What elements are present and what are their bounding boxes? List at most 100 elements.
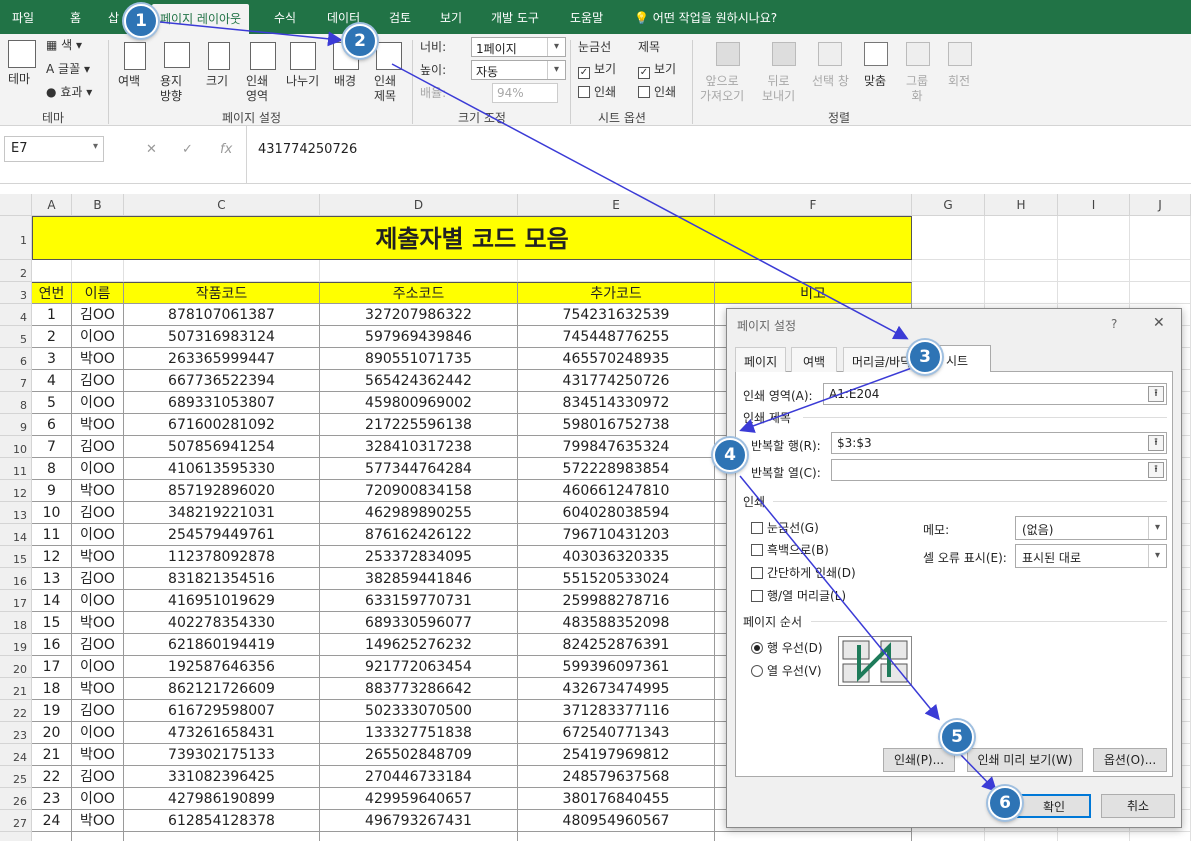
table-cell[interactable]: 김OO (72, 766, 124, 788)
cell-errors-select[interactable]: 표시된 대로 ▾ (1015, 544, 1167, 568)
table-cell[interactable]: 6 (32, 414, 72, 436)
table-cell[interactable]: 5 (32, 392, 72, 414)
cell[interactable] (985, 832, 1058, 841)
cell[interactable] (1058, 832, 1130, 841)
table-cell[interactable]: 621860194419 (124, 634, 320, 656)
row-header[interactable]: 17 (0, 590, 32, 612)
cell[interactable] (985, 260, 1058, 282)
table-cell[interactable]: 857192896020 (124, 480, 320, 502)
table-cell[interactable]: 1 (32, 304, 72, 326)
table-cell[interactable]: 473261658431 (124, 722, 320, 744)
table-cell[interactable]: 13 (32, 568, 72, 590)
table-cell[interactable]: 14 (32, 590, 72, 612)
table-cell[interactable]: 507316983124 (124, 326, 320, 348)
table-cell[interactable]: 김OO (72, 304, 124, 326)
row-header[interactable]: 4 (0, 304, 32, 326)
print-area-button[interactable]: 인쇄 영역 (246, 74, 268, 104)
tab-formulas[interactable]: 수식 (274, 9, 296, 26)
formula-input[interactable]: 431774250726 (258, 142, 357, 157)
table-cell[interactable]: 박OO (72, 546, 124, 568)
table-cell[interactable]: 김OO (72, 634, 124, 656)
table-cell[interactable]: 496793267431 (320, 810, 518, 832)
gridlines-print-checkbox[interactable]: 인쇄 (578, 85, 616, 100)
row-header[interactable]: 18 (0, 612, 32, 634)
table-cell[interactable]: 248579637568 (518, 766, 715, 788)
column-header[interactable]: J (1130, 194, 1191, 216)
table-cell[interactable]: 24 (32, 810, 72, 832)
table-cell[interactable]: 331082396425 (124, 766, 320, 788)
row-header[interactable]: 12 (0, 480, 32, 502)
table-cell[interactable]: 604028038594 (518, 502, 715, 524)
table-cell[interactable]: 551520533024 (518, 568, 715, 590)
collapse-dialog-icon[interactable]: ⭱ (1148, 435, 1164, 451)
draft-quality-checkbox[interactable]: 간단하게 인쇄(D) (751, 564, 856, 581)
table-cell[interactable]: 720900834158 (320, 480, 518, 502)
table-cell[interactable]: 633159770731 (320, 590, 518, 612)
cell[interactable] (1130, 832, 1191, 841)
column-title-cell[interactable]: 연번 (32, 282, 72, 304)
table-cell[interactable]: 23 (32, 788, 72, 810)
table-cell[interactable]: 박OO (72, 678, 124, 700)
name-box[interactable]: E7 ▾ (4, 136, 104, 162)
table-cell[interactable]: 11 (32, 524, 72, 546)
row-header[interactable]: 27 (0, 810, 32, 832)
table-cell[interactable]: 김OO (72, 436, 124, 458)
row-header[interactable]: 2 (0, 260, 32, 282)
table-cell[interactable]: 431774250726 (518, 370, 715, 392)
column-header[interactable]: C (124, 194, 320, 216)
table-cell[interactable] (124, 832, 320, 841)
table-cell[interactable]: 416951019629 (124, 590, 320, 612)
row-header[interactable]: 16 (0, 568, 32, 590)
row-header[interactable]: 5 (0, 326, 32, 348)
table-cell[interactable]: 2 (32, 326, 72, 348)
send-backward-button[interactable]: 뒤로 보내기 (762, 74, 795, 104)
scale-input[interactable]: 94% (492, 83, 558, 103)
cell[interactable] (1130, 260, 1191, 282)
cols-repeat-input[interactable]: ⭱ (831, 459, 1167, 481)
table-cell[interactable]: 김OO (72, 370, 124, 392)
table-cell[interactable]: 371283377116 (518, 700, 715, 722)
table-cell[interactable]: 10 (32, 502, 72, 524)
print-area-input[interactable]: A1:E204 ⭱ (823, 383, 1167, 405)
table-cell[interactable]: 270446733184 (320, 766, 518, 788)
row-header[interactable]: 22 (0, 700, 32, 722)
table-cell[interactable]: 박OO (72, 810, 124, 832)
ok-button[interactable]: 확인 (1017, 794, 1091, 818)
down-then-over-radio[interactable]: 행 우선(D) (751, 639, 823, 656)
table-cell[interactable]: 824252876391 (518, 634, 715, 656)
table-cell[interactable]: 149625276232 (320, 634, 518, 656)
table-cell[interactable]: 이OO (72, 458, 124, 480)
size-button[interactable]: 크기 (206, 74, 228, 89)
table-cell[interactable]: 김OO (72, 568, 124, 590)
print-preview-button[interactable]: 인쇄 미리 보기(W) (967, 748, 1083, 772)
table-cell[interactable]: 402278354330 (124, 612, 320, 634)
table-cell[interactable]: 12 (32, 546, 72, 568)
row-header[interactable]: 19 (0, 634, 32, 656)
rotate-button[interactable]: 회전 (948, 74, 970, 89)
table-cell[interactable]: 616729598007 (124, 700, 320, 722)
table-cell[interactable]: 754231632539 (518, 304, 715, 326)
print-titles-button[interactable]: 인쇄 제목 (374, 74, 396, 104)
table-cell[interactable]: 253372834095 (320, 546, 518, 568)
table-cell[interactable]: 254197969812 (518, 744, 715, 766)
tell-me-search[interactable]: 💡 어떤 작업을 원하시나요? (634, 9, 777, 26)
tab-review[interactable]: 검토 (389, 9, 411, 26)
comments-select[interactable]: (없음) ▾ (1015, 516, 1167, 540)
table-cell[interactable]: 796710431203 (518, 524, 715, 546)
tab-data[interactable]: 데이터 (327, 9, 360, 26)
cell[interactable] (1058, 216, 1130, 260)
table-cell[interactable]: 22 (32, 766, 72, 788)
cell[interactable] (518, 260, 715, 282)
table-cell[interactable]: 이OO (72, 392, 124, 414)
table-cell[interactable]: 410613595330 (124, 458, 320, 480)
column-title-cell[interactable]: 주소코드 (320, 282, 518, 304)
table-cell[interactable]: 3 (32, 348, 72, 370)
table-cell[interactable]: 9 (32, 480, 72, 502)
table-cell[interactable]: 17 (32, 656, 72, 678)
table-cell[interactable]: 이OO (72, 590, 124, 612)
table-cell[interactable]: 박OO (72, 744, 124, 766)
row-header[interactable]: 21 (0, 678, 32, 700)
table-cell[interactable]: 689331053807 (124, 392, 320, 414)
row-header[interactable]: 14 (0, 524, 32, 546)
column-title-cell[interactable]: 이름 (72, 282, 124, 304)
